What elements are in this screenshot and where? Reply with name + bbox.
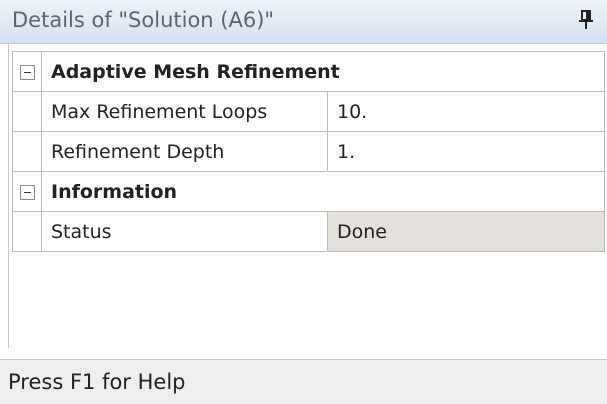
panel-titlebar: Details of "Solution (A6)" <box>0 0 607 44</box>
property-value-input[interactable]: 1. <box>326 131 606 172</box>
property-value-input[interactable]: 10. <box>326 91 606 132</box>
collapse-icon[interactable] <box>19 64 35 80</box>
group-row-adaptive-mesh-refinement[interactable]: Adaptive Mesh Refinement <box>12 51 606 92</box>
group-title: Adaptive Mesh Refinement <box>40 51 606 92</box>
expander-cell <box>12 51 42 92</box>
property-label: Refinement Depth <box>41 131 328 172</box>
panel-border <box>8 44 9 348</box>
property-value-readonly: Done <box>326 211 606 252</box>
property-row-refinement-depth[interactable]: Refinement Depth 1. <box>12 131 606 172</box>
indent-cell <box>12 211 42 252</box>
status-bar: Press F1 for Help <box>0 359 607 404</box>
indent-cell <box>12 91 42 132</box>
indent-cell <box>12 131 42 172</box>
panel-title: Details of "Solution (A6)" <box>12 8 275 32</box>
property-label: Max Refinement Loops <box>41 91 328 132</box>
expander-cell <box>12 171 42 212</box>
collapse-icon[interactable] <box>19 184 35 200</box>
details-grid: Adaptive Mesh Refinement Max Refinement … <box>12 51 606 252</box>
pin-icon[interactable] <box>577 8 595 32</box>
property-label: Status <box>41 211 328 252</box>
group-row-information[interactable]: Information <box>12 171 606 212</box>
group-title: Information <box>40 171 606 212</box>
property-row-max-refinement-loops[interactable]: Max Refinement Loops 10. <box>12 91 606 132</box>
details-panel: Details of "Solution (A6)" Adaptive Mesh… <box>0 0 607 404</box>
status-text: Press F1 for Help <box>8 370 186 394</box>
property-row-status[interactable]: Status Done <box>12 211 606 252</box>
